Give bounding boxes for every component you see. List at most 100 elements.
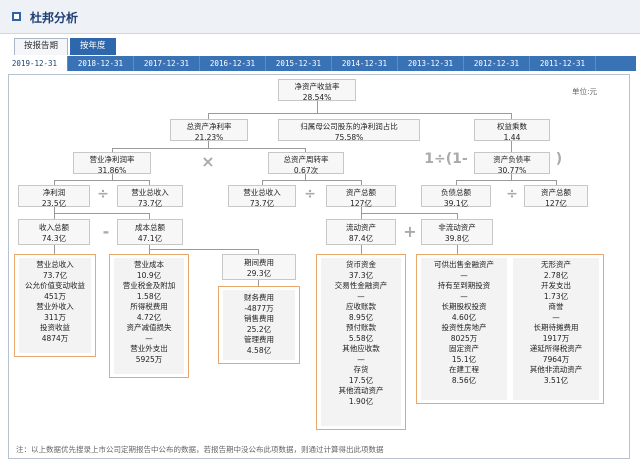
noncurrent-asset-label: 其他非流动资产	[529, 365, 583, 374]
noncurrent-asset-value: 4.60亿	[451, 312, 477, 322]
noncurrent-assets-detail-box: 可供出售金融资产 — 持有至到期投资 — 长期股权投资 4.60亿 投资性房地产…	[416, 254, 604, 404]
connector-line	[149, 249, 259, 250]
current-asset-value: 1.90亿	[348, 396, 374, 406]
net-profit-margin-box: 营业净利润率 31.86%	[73, 152, 151, 175]
cost-item-label: 资产减值损失	[126, 323, 172, 332]
income-item-label: 营业总收入	[36, 260, 74, 269]
cost-detail-box: 营业成本 10.9亿 营业税金及附加 1.58亿 所得税费用 4.72亿 资产减…	[109, 254, 189, 378]
date-tab[interactable]: 2019-12-31	[2, 56, 68, 71]
income-item-label: 投资收益	[40, 323, 70, 332]
current-asset-label: 预付账款	[346, 323, 376, 332]
parent-net-profit-ratio-box: 归属母公司股东的净利润占比 75.58%	[278, 119, 420, 142]
noncurrent-asset-label: 无形资产	[541, 260, 571, 269]
total-cost-box: 成本总额 47.1亿	[117, 219, 183, 245]
noncurrent-asset-label: 长期股权投资	[441, 302, 487, 311]
connector-line	[361, 213, 458, 214]
footnote: 注：以上数据优先搜录上市公司定期报告中公布的数据，若报告期中没公布此项数据，则通…	[16, 445, 384, 454]
current-asset-label: 其他应收款	[342, 344, 380, 353]
minus-operator: -	[102, 222, 110, 241]
current-asset-value: 8.95亿	[348, 312, 374, 322]
noncurrent-assets-box: 非流动资产 39.8亿	[421, 219, 493, 245]
net-profit-box: 净利润 23.5亿	[18, 185, 90, 208]
title-bullet-icon	[12, 12, 21, 21]
tab-by-year[interactable]: 按年度	[70, 38, 116, 55]
noncurrent-asset-value: 1917万	[542, 333, 570, 343]
cost-item-label: 营业成本	[134, 260, 164, 269]
cost-item-value: —	[145, 333, 153, 343]
connector-line	[457, 245, 458, 254]
total-liabilities-box: 负债总额 39.1亿	[421, 185, 491, 208]
expense-detail-box: 财务费用 -4877万 销售费用 25.2亿 管理费用 4.58亿	[218, 286, 300, 364]
total-revenue-box-2: 营业总收入 73.7亿	[228, 185, 296, 208]
date-tab[interactable]: 2013-12-31	[398, 56, 464, 71]
page-title: 杜邦分析	[30, 11, 79, 25]
income-item-label: 营业外收入	[36, 302, 74, 311]
noncurrent-asset-value: 8.56亿	[451, 375, 477, 385]
noncurrent-asset-label: 固定资产	[449, 344, 479, 353]
noncurrent-asset-value: 3.51亿	[543, 375, 569, 385]
noncurrent-asset-value: —	[460, 291, 468, 301]
current-asset-label: 应收账款	[346, 302, 376, 311]
connector-line	[54, 213, 150, 214]
connector-line	[54, 245, 55, 254]
noncurrent-asset-value: 8025万	[450, 333, 478, 343]
current-asset-label: 货币资金	[346, 260, 376, 269]
noncurrent-asset-value: 15.1亿	[451, 354, 477, 364]
period-expense-box: 期间费用 29.3亿	[222, 254, 296, 280]
noncurrent-asset-label: 开发支出	[541, 281, 571, 290]
date-tab[interactable]: 2016-12-31	[200, 56, 266, 71]
tab-by-report-period[interactable]: 按报告期	[14, 38, 69, 55]
noncurrent-asset-value: 7964万	[542, 354, 570, 364]
date-tab[interactable]: 2018-12-31	[68, 56, 134, 71]
noncurrent-asset-label: 在建工程	[449, 365, 479, 374]
noncurrent-asset-value: —	[552, 312, 560, 322]
current-asset-value: 5.58亿	[348, 333, 374, 343]
current-asset-value: 17.5亿	[348, 375, 374, 385]
unit-label: 单位:元	[572, 87, 598, 96]
total-income-box: 收入总额 74.3亿	[18, 219, 90, 245]
current-asset-value: —	[357, 354, 365, 364]
debt-ratio-box: 资产负债率 30.77%	[474, 152, 550, 175]
formula-left: 1÷(1-	[424, 151, 468, 167]
cost-item-label: 所得税费用	[130, 302, 168, 311]
noncurrent-asset-value: —	[460, 270, 468, 280]
connector-line	[112, 148, 306, 149]
expense-item-label: 管理费用	[244, 335, 274, 344]
income-item-value: 4874万	[41, 333, 69, 343]
expense-item-label: 销售费用	[244, 314, 274, 323]
roa-box: 总资产净利率 21.23%	[170, 119, 248, 142]
times-operator: ×	[201, 152, 215, 171]
current-asset-label: 存货	[353, 365, 369, 374]
date-tab[interactable]: 2017-12-31	[134, 56, 200, 71]
cost-item-value: 10.9亿	[136, 270, 162, 280]
cost-item-label: 营业税金及附加	[122, 281, 176, 290]
total-assets-box-2: 资产总额 127亿	[524, 185, 588, 208]
date-tab[interactable]: 2012-12-31	[464, 56, 530, 71]
expense-item-value: -4877万	[244, 303, 274, 313]
expense-item-label: 财务费用	[244, 293, 274, 302]
plus-operator: +	[403, 222, 417, 241]
total-assets-box: 资产总额 127亿	[326, 185, 396, 208]
divide-operator: ÷	[97, 186, 109, 202]
equity-multiplier-box: 权益乘数 1.44	[474, 119, 550, 142]
date-tab[interactable]: 2011-12-31	[530, 56, 596, 71]
current-asset-value: —	[357, 291, 365, 301]
divide-operator: ÷	[506, 186, 518, 202]
noncurrent-asset-value: 2.78亿	[543, 270, 569, 280]
connector-line	[361, 245, 362, 254]
noncurrent-asset-label: 投资性房地产	[441, 323, 487, 332]
income-item-label: 公允价值变动收益	[25, 281, 85, 290]
current-asset-label: 其他流动资产	[338, 386, 384, 395]
formula-right: )	[555, 151, 563, 167]
total-revenue-box: 营业总收入 73.7亿	[117, 185, 183, 208]
current-assets-box: 流动资产 87.4亿	[326, 219, 396, 245]
cost-item-value: 4.72亿	[136, 312, 162, 322]
report-type-tabs: 按报告期 按年度	[14, 38, 118, 55]
date-tab[interactable]: 2014-12-31	[332, 56, 398, 71]
income-detail-box: 营业总收入 73.7亿 公允价值变动收益 451万 营业外收入 311万 投资收…	[14, 254, 96, 357]
date-tab[interactable]: 2015-12-31	[266, 56, 332, 71]
noncurrent-asset-label: 持有至到期投资	[437, 281, 491, 290]
roe-box: 净资产收益率 28.54%	[278, 79, 356, 102]
noncurrent-asset-label: 可供出售金融资产	[434, 260, 494, 269]
noncurrent-asset-label: 长期待摊费用	[533, 323, 579, 332]
